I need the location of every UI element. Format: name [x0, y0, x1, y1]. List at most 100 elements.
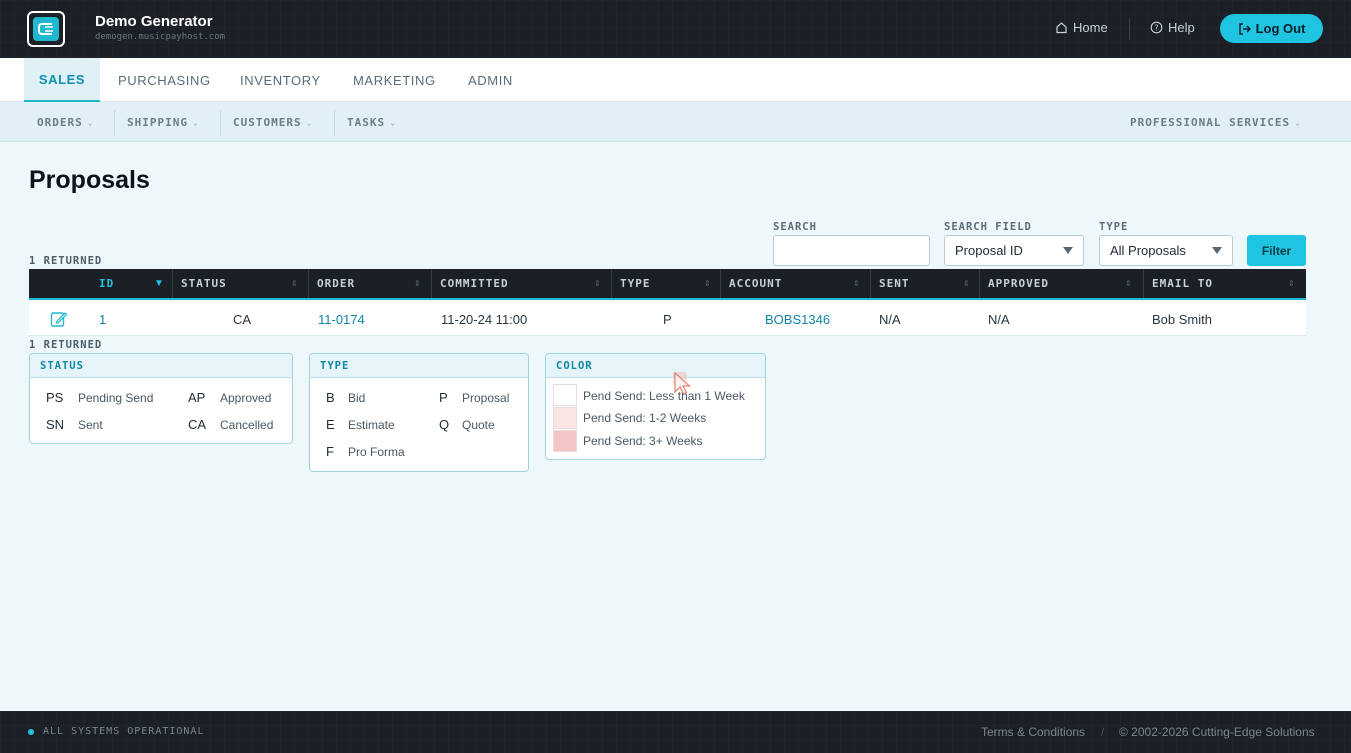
- search-field-select[interactable]: Proposal ID: [944, 235, 1084, 266]
- search-label: SEARCH: [773, 221, 817, 233]
- main-nav: SALES PURCHASING INVENTORY MARKETING ADM…: [0, 58, 1351, 102]
- type-value: All Proposals: [1110, 243, 1186, 258]
- legend-desc: Pend Send: 3+ Weeks: [583, 434, 703, 448]
- help-label: Help: [1168, 20, 1195, 35]
- sort-icon[interactable]: ⇕: [1288, 269, 1295, 298]
- subnav-orders[interactable]: ORDERS ⌄: [37, 102, 94, 142]
- subnav-label: ORDERS: [37, 115, 83, 129]
- logout-label: Log Out: [1255, 21, 1306, 36]
- legend-desc: Pending Send: [78, 391, 154, 405]
- tab-marketing[interactable]: MARKETING: [353, 58, 436, 102]
- legend-title: STATUS: [30, 354, 292, 378]
- column-divider: [1143, 269, 1144, 298]
- app-logo[interactable]: [27, 11, 65, 47]
- search-input[interactable]: [773, 235, 930, 266]
- footer: ALL SYSTEMS OPERATIONAL Terms & Conditio…: [0, 711, 1351, 753]
- caret-down-icon: [1063, 247, 1073, 254]
- sort-desc-icon[interactable]: ▼: [154, 269, 164, 298]
- legend-code: SN: [46, 417, 65, 432]
- column-header-id[interactable]: ID: [99, 269, 114, 298]
- search-field-label: SEARCH FIELD: [944, 221, 1032, 233]
- page-title: Proposals: [29, 166, 150, 194]
- type-legend: TYPE B Bid P Proposal E Estimate Q Quote…: [309, 353, 529, 472]
- sort-icon[interactable]: ⇕: [291, 269, 298, 298]
- column-divider: [611, 269, 612, 298]
- tab-purchasing[interactable]: PURCHASING: [118, 58, 211, 102]
- top-header: Demo Generator demogen.musicpayhost.com …: [0, 0, 1351, 58]
- table-row[interactable]: 1 CA 11-0174 11-20-24 11:00 P BOBS1346 N…: [29, 302, 1306, 336]
- legend-desc: Approved: [220, 391, 272, 405]
- brand-title: Demo Generator: [95, 13, 213, 30]
- legend-code: B: [326, 390, 335, 405]
- legend-desc: Cancelled: [220, 418, 274, 432]
- footer-divider: /: [1101, 725, 1105, 739]
- subnav-divider: [334, 110, 335, 136]
- cell-type: P: [663, 311, 672, 327]
- table-header: ID ▼ STATUS ⇕ ORDER ⇕ COMMITTED ⇕ TYPE ⇕…: [29, 269, 1306, 300]
- home-link[interactable]: Home: [1055, 20, 1108, 35]
- logout-icon: [1238, 22, 1251, 35]
- legend-desc: Estimate: [348, 418, 395, 432]
- cell-order[interactable]: 11-0174: [318, 302, 365, 336]
- column-header-email-to[interactable]: EMAIL TO: [1152, 269, 1213, 298]
- cell-id[interactable]: 1: [99, 302, 106, 336]
- filter-button[interactable]: Filter: [1247, 235, 1306, 266]
- legend-title: COLOR: [546, 354, 765, 378]
- column-divider: [431, 269, 432, 298]
- search-field-value: Proposal ID: [955, 243, 1023, 258]
- caret-down-icon: [1212, 247, 1222, 254]
- column-header-committed[interactable]: COMMITTED: [440, 269, 509, 298]
- subnav-customers[interactable]: CUSTOMERS ⌄: [233, 102, 312, 142]
- sort-icon[interactable]: ⇕: [1125, 269, 1132, 298]
- chevron-down-icon: ⌄: [192, 117, 199, 127]
- tab-sales[interactable]: SALES: [24, 58, 100, 102]
- legend-code: Q: [439, 417, 450, 432]
- cell-email-to: Bob Smith: [1152, 311, 1212, 327]
- help-link[interactable]: ? Help: [1150, 20, 1195, 35]
- subnav-divider: [114, 110, 115, 136]
- cell-account[interactable]: BOBS1346: [765, 302, 830, 336]
- sort-icon[interactable]: ⇕: [414, 269, 421, 298]
- terms-link[interactable]: Terms & Conditions: [981, 725, 1085, 739]
- legend-title: TYPE: [310, 354, 528, 378]
- header-divider: [1129, 18, 1130, 40]
- column-header-account[interactable]: ACCOUNT: [729, 269, 782, 298]
- column-header-sent[interactable]: SENT: [879, 269, 910, 298]
- legend-code: E: [326, 417, 335, 432]
- returned-count: 1 RETURNED: [29, 339, 103, 351]
- legend-desc: Pro Forma: [348, 445, 405, 459]
- help-icon: ?: [1150, 21, 1163, 34]
- legend-desc: Sent: [78, 418, 103, 432]
- edit-icon[interactable]: [50, 302, 68, 336]
- tab-label: SALES: [38, 71, 86, 87]
- cell-approved: N/A: [988, 311, 1010, 327]
- legend-code: F: [326, 444, 334, 459]
- subnav-shipping[interactable]: SHIPPING ⌄: [127, 102, 199, 142]
- tab-label: PURCHASING: [118, 72, 211, 88]
- type-label: TYPE: [1099, 221, 1129, 233]
- brand-subtitle: demogen.musicpayhost.com: [95, 32, 226, 42]
- subnav-tasks[interactable]: TASKS ⌄: [347, 102, 396, 142]
- column-header-order[interactable]: ORDER: [317, 269, 355, 298]
- sort-icon[interactable]: ⇕: [704, 269, 711, 298]
- color-swatch: [553, 384, 577, 406]
- column-header-status[interactable]: STATUS: [181, 269, 227, 298]
- home-label: Home: [1073, 20, 1108, 35]
- column-header-type[interactable]: TYPE: [620, 269, 651, 298]
- sort-icon[interactable]: ⇕: [963, 269, 970, 298]
- subnav-professional-services[interactable]: PROFESSIONAL SERVICES ⌄: [1130, 102, 1301, 142]
- tab-label: ADMIN: [468, 72, 513, 88]
- tab-inventory[interactable]: INVENTORY: [240, 58, 321, 102]
- legend-code: PS: [46, 390, 64, 405]
- subnav-label: SHIPPING: [127, 115, 188, 129]
- subnav-label: CUSTOMERS: [233, 115, 302, 129]
- type-select[interactable]: All Proposals: [1099, 235, 1233, 266]
- status-indicator-icon: [28, 729, 34, 735]
- logout-button[interactable]: Log Out: [1220, 14, 1323, 43]
- sort-icon[interactable]: ⇕: [853, 269, 860, 298]
- sort-icon[interactable]: ⇕: [594, 269, 601, 298]
- chevron-down-icon: ⌄: [306, 117, 313, 127]
- tab-admin[interactable]: ADMIN: [468, 58, 513, 102]
- column-header-approved[interactable]: APPROVED: [988, 269, 1049, 298]
- logo-icon: [33, 17, 59, 41]
